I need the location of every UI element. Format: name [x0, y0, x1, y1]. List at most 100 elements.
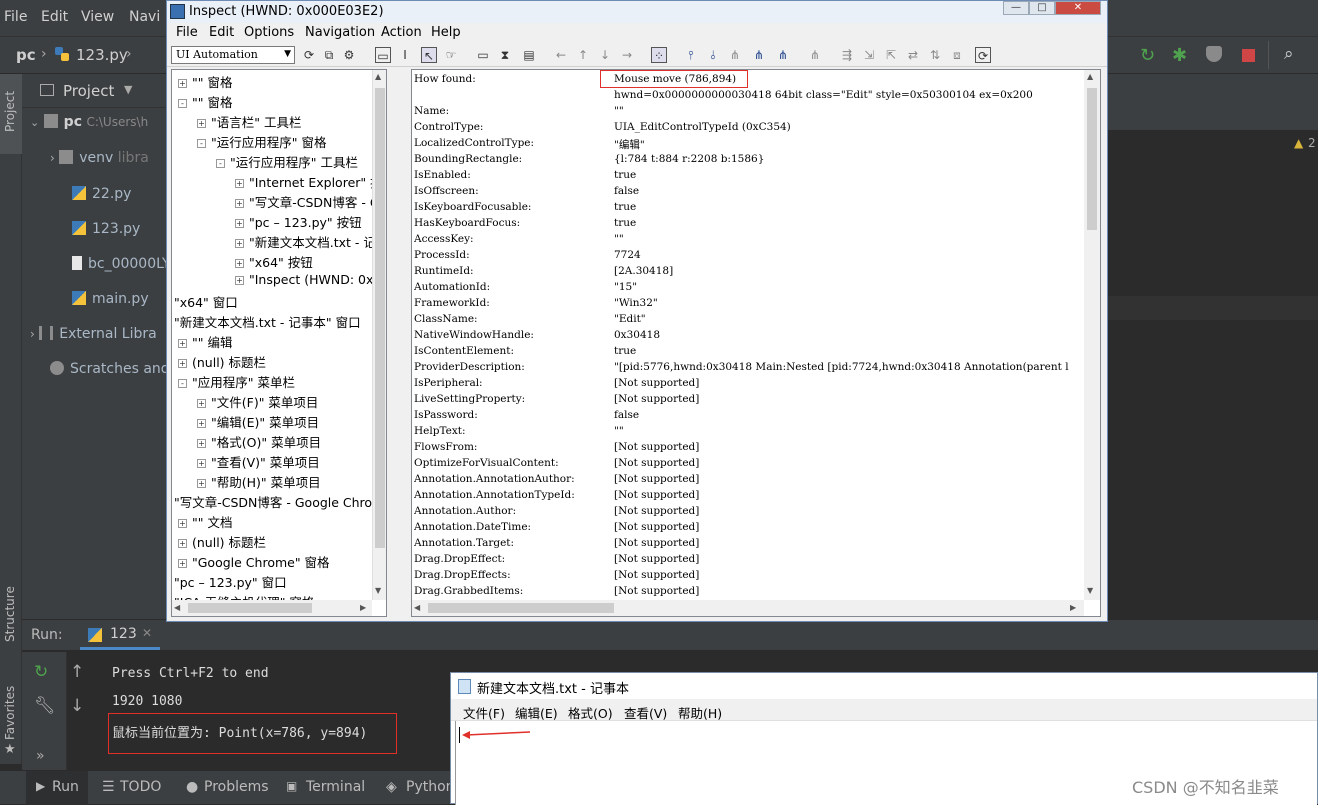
tree-node[interactable]: - "应用程序" 菜单栏	[178, 372, 295, 392]
tree-item-123py[interactable]: 123.py	[22, 221, 166, 251]
menu-options[interactable]: Options	[244, 25, 294, 40]
bottom-tab-todo[interactable]: ☰ TODO	[102, 771, 172, 805]
menu-view[interactable]: View	[81, 9, 114, 25]
menu-edit[interactable]: Edit	[41, 9, 68, 25]
menu-format[interactable]: 格式(O)	[568, 703, 613, 722]
property-value[interactable]: [Not supported]	[614, 553, 699, 569]
mode-select[interactable]: UI Automation ▼	[171, 46, 295, 64]
menu-edit[interactable]: Edit	[209, 25, 234, 40]
window-icon[interactable]: ⧈	[949, 47, 965, 63]
down-arrow-icon[interactable]: ↓	[70, 696, 84, 716]
nav-last-child-icon[interactable]: ⋔	[775, 47, 791, 63]
property-value[interactable]: hwnd=0x0000000000030418 64bit class="Edi…	[614, 89, 1033, 105]
invoke-icon[interactable]: ⇶	[839, 47, 855, 63]
breadcrumb-pc[interactable]: pc	[16, 46, 36, 64]
caret-icon[interactable]: ▤	[521, 47, 537, 63]
property-value[interactable]: false	[614, 409, 639, 425]
tree-hscroll-thumb[interactable]	[188, 603, 312, 613]
menu-navigate[interactable]: Navi	[129, 9, 160, 25]
maximize-button[interactable]: □	[1029, 1, 1055, 15]
bottom-tab-problems[interactable]: ● Problems	[186, 771, 276, 805]
props-hscroll-thumb[interactable]	[428, 603, 614, 613]
bottom-tab-python[interactable]: ◈ Python	[386, 771, 450, 805]
property-value[interactable]: [Not supported]	[614, 473, 699, 489]
tree-node[interactable]: + "写文章-CSDN博客 - Go	[235, 192, 386, 212]
select-rect-icon[interactable]: ▭	[375, 47, 391, 63]
editor-area[interactable]: ▲ 2	[1108, 74, 1318, 619]
refresh-tree-icon[interactable]: ⟳	[975, 47, 991, 63]
property-value[interactable]: true	[614, 169, 636, 185]
element-tree[interactable]: + "" 窗格 - "" 窗格 + "语言栏" 工具栏 - "运行应用程序" 窗格 - "运行应用…	[171, 69, 387, 617]
expand-icon[interactable]: ⇲	[861, 47, 877, 63]
expand-icon[interactable]: +	[197, 399, 206, 408]
tree-node[interactable]: - "" 窗格	[178, 92, 232, 112]
tree-node[interactable]: + "Internet Explorer" 按钮	[235, 172, 386, 192]
tree-node[interactable]: + "pc – 123.py" 按钮	[235, 212, 362, 232]
scroll-left-icon[interactable]: ◀	[414, 603, 420, 612]
property-value[interactable]: [2A.30418]	[614, 265, 673, 281]
bottom-tab-terminal[interactable]: ▣ Terminal	[286, 771, 376, 805]
expand-icon[interactable]: +	[235, 199, 244, 208]
tree-node[interactable]: + "语言栏" 工具栏	[197, 112, 301, 132]
properties-pane[interactable]: How found: Mouse move (786,894) hwnd=0x000…	[411, 69, 1101, 617]
expand-icon[interactable]: +	[235, 259, 244, 268]
menu-view[interactable]: 查看(V)	[624, 703, 667, 722]
nav-first-child-icon[interactable]: ⫰	[705, 47, 721, 63]
refresh-icon[interactable]: ⟳	[301, 47, 317, 63]
hourglass-icon[interactable]: ⧗	[497, 47, 513, 63]
tree-node[interactable]: + "帮助(H)" 菜单项目	[197, 472, 321, 492]
expand-icon[interactable]: +	[235, 239, 244, 248]
collapse-icon[interactable]: -	[197, 139, 206, 148]
settings-icon[interactable]: ⚙	[341, 47, 357, 63]
expand-icon[interactable]: +	[197, 119, 206, 128]
tree-vscroll-thumb[interactable]	[375, 88, 385, 548]
tree-item-22py[interactable]: 22.py	[22, 186, 166, 216]
toggle-icon[interactable]: ⇄	[905, 47, 921, 63]
close-icon[interactable]: ✕	[142, 626, 152, 640]
property-value[interactable]: "Win32"	[614, 297, 658, 313]
expand-icon[interactable]: +	[197, 439, 206, 448]
tree-node[interactable]: - "运行应用程序" 工具栏	[216, 152, 358, 172]
property-value[interactable]: "编辑"	[614, 137, 645, 153]
minimize-button[interactable]: —	[1003, 1, 1029, 15]
tree-node[interactable]: + "Inspect (HWND: 0x00	[235, 272, 386, 292]
tree-horizontal-scrollbar[interactable]: ◀ ▶	[172, 600, 372, 616]
property-value[interactable]: [Not supported]	[614, 537, 699, 553]
favorites-tab-label[interactable]: Favorites	[3, 686, 17, 740]
pointer-icon[interactable]: ↖	[421, 47, 437, 63]
scroll-up-icon[interactable]: ▲	[1087, 72, 1093, 81]
menu-action[interactable]: Action	[381, 25, 422, 40]
tree-node[interactable]: + (null) 标题栏	[178, 532, 266, 552]
debug-icon[interactable]: ✱	[1172, 45, 1187, 66]
copy-icon[interactable]: ⧉	[321, 47, 337, 63]
nav-root-icon[interactable]: ⋔	[807, 47, 823, 63]
tree-item-pc[interactable]: ⌄ pc C:\Users\h	[22, 114, 166, 144]
project-view-select[interactable]: Project	[63, 82, 114, 100]
tree-item-bc[interactable]: bc_00000LY	[22, 256, 166, 286]
menu-help[interactable]: Help	[431, 25, 461, 40]
expand-icon[interactable]: +	[178, 519, 187, 528]
collapse-icon[interactable]: ⇱	[883, 47, 899, 63]
nav-next-sibling-icon[interactable]: ⋔	[727, 47, 743, 63]
highlight-rect-icon[interactable]: ▭	[475, 47, 491, 63]
expand-icon[interactable]: +	[178, 359, 187, 368]
tree-node[interactable]: + "编辑(E)" 菜单项目	[197, 412, 319, 432]
menu-file[interactable]: File	[176, 25, 198, 40]
property-value[interactable]: 0x30418	[614, 329, 660, 345]
up-arrow-icon[interactable]: ↑	[70, 662, 84, 682]
tree-node[interactable]: "新建文本文档.txt - 记事本" 窗口	[174, 312, 361, 332]
property-value[interactable]: true	[614, 201, 636, 217]
expand-icon[interactable]: +	[197, 479, 206, 488]
tree-node[interactable]: + "格式(O)" 菜单项目	[197, 432, 321, 452]
tree-item-external-libraries[interactable]: › External Libra	[22, 326, 166, 356]
property-value[interactable]: ""	[614, 105, 624, 121]
scroll-down-icon[interactable]: ▼	[1087, 586, 1093, 595]
props-horizontal-scrollbar[interactable]: ◀ ▶	[412, 600, 1084, 616]
arrow-down-icon[interactable]: ↓	[597, 47, 613, 63]
property-value[interactable]: [Not supported]	[614, 393, 699, 409]
menu-edit[interactable]: 编辑(E)	[515, 703, 558, 722]
arrow-right-icon[interactable]: →	[619, 47, 635, 63]
expand-icon[interactable]: +	[178, 559, 187, 568]
expand-icon[interactable]: +	[235, 179, 244, 188]
property-value[interactable]: "[pid:5776,hwnd:0x30418 Main:Nested [pid…	[614, 361, 1069, 377]
